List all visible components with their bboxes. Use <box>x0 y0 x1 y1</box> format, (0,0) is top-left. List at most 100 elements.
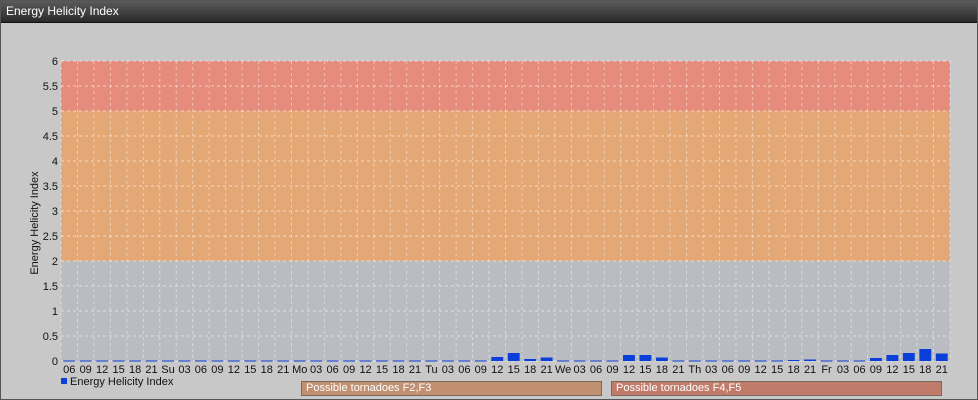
bar <box>112 360 125 362</box>
x-tick-label: Th <box>688 364 701 375</box>
x-tick-label: 21 <box>409 364 421 375</box>
y-tick-label: 5 <box>52 106 58 118</box>
y-tick-label: 3.5 <box>43 181 58 193</box>
x-tick-label: 18 <box>524 364 536 375</box>
x-tick-label: 21 <box>672 364 684 375</box>
x-tick-label: 06 <box>722 364 734 375</box>
y-tick-label: 2 <box>52 256 58 268</box>
bar <box>425 360 438 362</box>
bar <box>211 360 224 362</box>
bar <box>623 355 635 361</box>
bar <box>935 353 948 361</box>
bar <box>886 355 899 361</box>
x-tick-label: 09 <box>211 364 223 375</box>
x-tick-label: 18 <box>787 364 799 375</box>
zone-label-f4-f5: Possible tornadoes F4,F5 <box>611 381 942 396</box>
bar <box>837 360 849 362</box>
x-tick-label: Su <box>161 364 174 375</box>
x-tick-label: 09 <box>870 364 882 375</box>
bar <box>557 360 570 362</box>
bar <box>853 360 866 362</box>
bar <box>392 360 405 362</box>
chart-panel: Energy Helicity Index 0 0.5 1 1.5 2 2.5 3 3.5 4 4… <box>0 0 978 400</box>
x-tick-label: 15 <box>376 364 388 375</box>
bar <box>540 357 553 361</box>
x-tick-label: 12 <box>228 364 240 375</box>
x-tick-label: 21 <box>145 364 157 375</box>
x-tick-label: 03 <box>178 364 190 375</box>
x-tick-label: 15 <box>508 364 520 375</box>
window-title: Energy Helicity Index <box>6 4 119 18</box>
x-tick-label: 06 <box>590 364 602 375</box>
legend-label: Energy Helicity Index <box>70 376 174 388</box>
x-tick-label: 12 <box>623 364 635 375</box>
x-axis: 06 09 12 15 18 21 Su 03 06 09 12 15 18 21 Mo 03 06 09 12 15… <box>63 364 948 375</box>
legend: Energy Helicity Index <box>61 376 173 388</box>
x-tick-label: 03 <box>442 364 454 375</box>
x-tick-label: Mo <box>292 364 307 375</box>
x-tick-label: 03 <box>573 364 585 375</box>
x-tick-label: 21 <box>277 364 289 375</box>
x-tick-label: 12 <box>96 364 108 375</box>
bar <box>524 359 537 361</box>
y-tick-label: 2.5 <box>43 231 58 243</box>
bar <box>343 360 356 362</box>
bar <box>721 360 734 362</box>
x-tick-label: 09 <box>343 364 355 375</box>
y-tick-label: 6 <box>52 56 58 68</box>
bar <box>63 360 76 362</box>
bar <box>260 360 273 362</box>
bar <box>672 360 685 362</box>
y-tick-label: 5.5 <box>43 81 58 93</box>
bar <box>738 360 751 362</box>
title-bar: Energy Helicity Index <box>1 1 977 23</box>
y-tick-label: 4 <box>52 156 58 168</box>
bar <box>474 360 487 362</box>
y-tick-label: 0 <box>52 356 58 368</box>
bar <box>145 360 158 362</box>
bar <box>195 360 207 362</box>
bar <box>129 360 142 362</box>
x-tick-label: 03 <box>705 364 717 375</box>
y-axis-label: Energy Helicity Index <box>29 171 41 275</box>
x-tick-label: 06 <box>195 364 207 375</box>
x-tick-label: 06 <box>853 364 865 375</box>
x-tick-label: 18 <box>129 364 141 375</box>
bar <box>277 360 290 362</box>
x-tick-label: 12 <box>886 364 898 375</box>
y-tick-label: 4.5 <box>43 131 58 143</box>
x-tick-label: 03 <box>310 364 322 375</box>
bar <box>359 360 372 362</box>
x-tick-label: 15 <box>244 364 256 375</box>
bar <box>376 360 388 362</box>
bar <box>507 353 520 361</box>
x-tick-label: Tu <box>425 364 437 375</box>
bar <box>639 355 652 361</box>
x-tick-label: 15 <box>112 364 124 375</box>
x-tick-label: 21 <box>936 364 948 375</box>
x-tick-label: Fr <box>821 364 832 375</box>
y-tick-label: 1 <box>52 306 58 318</box>
bar <box>96 360 109 362</box>
x-tick-label: 09 <box>475 364 487 375</box>
bar <box>655 357 668 361</box>
x-tick-label: 15 <box>903 364 915 375</box>
bar <box>820 360 833 362</box>
bar <box>902 353 915 361</box>
y-tick-label: 3 <box>52 206 58 218</box>
x-tick-label: 15 <box>771 364 783 375</box>
bar <box>869 358 882 361</box>
bar <box>754 360 767 362</box>
y-tick-label: 0.5 <box>43 331 58 343</box>
bar <box>705 360 718 362</box>
x-tick-label: 21 <box>804 364 816 375</box>
x-tick-label: 09 <box>606 364 618 375</box>
x-tick-label: 09 <box>738 364 750 375</box>
y-axis: 0 0.5 1 1.5 2 2.5 3 3.5 4 4.5 5 5.5 6 <box>43 56 58 368</box>
x-tick-label: 18 <box>656 364 668 375</box>
bar <box>787 360 800 361</box>
bar <box>227 360 240 362</box>
x-tick-label: 18 <box>919 364 931 375</box>
x-tick-label: 06 <box>458 364 470 375</box>
x-tick-label: 18 <box>392 364 404 375</box>
